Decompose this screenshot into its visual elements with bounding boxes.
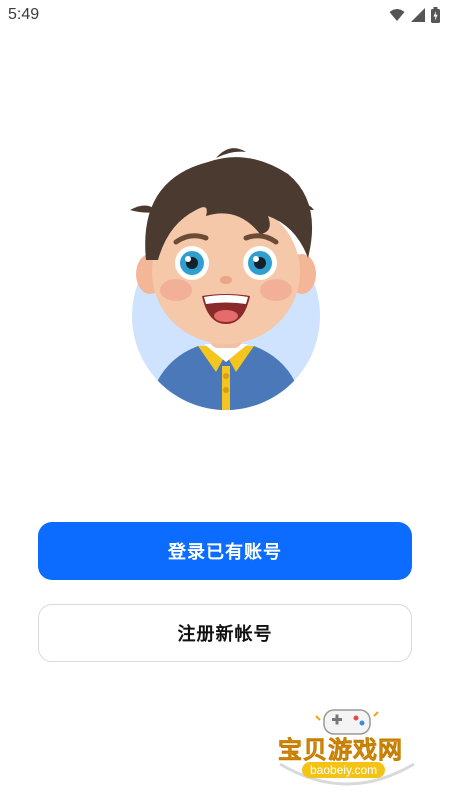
status-bar: 5:49 [0, 0, 450, 32]
screen: 5:49 登录已有账号 注册新帐号 宝贝游戏网 baobeiy.com [0, 0, 450, 800]
watermark-url: baobeiy.com [302, 762, 386, 778]
battery-charging-icon [431, 7, 440, 23]
boy-avatar-illustration [130, 148, 320, 410]
register-button-label: 注册新帐号 [177, 624, 273, 645]
status-icons [389, 7, 440, 23]
status-time: 5:49 [8, 6, 40, 23]
register-new-account-button[interactable]: 注册新帐号 [38, 604, 412, 662]
wifi-icon [389, 9, 405, 21]
watermark-logo: 宝贝游戏网 baobeiy.com [272, 704, 422, 794]
watermark-title: 宝贝游戏网 [278, 736, 403, 765]
cellular-signal-icon [411, 8, 425, 22]
login-button-label: 登录已有账号 [168, 542, 282, 563]
avatar [118, 140, 334, 410]
login-existing-account-button[interactable]: 登录已有账号 [38, 522, 412, 580]
